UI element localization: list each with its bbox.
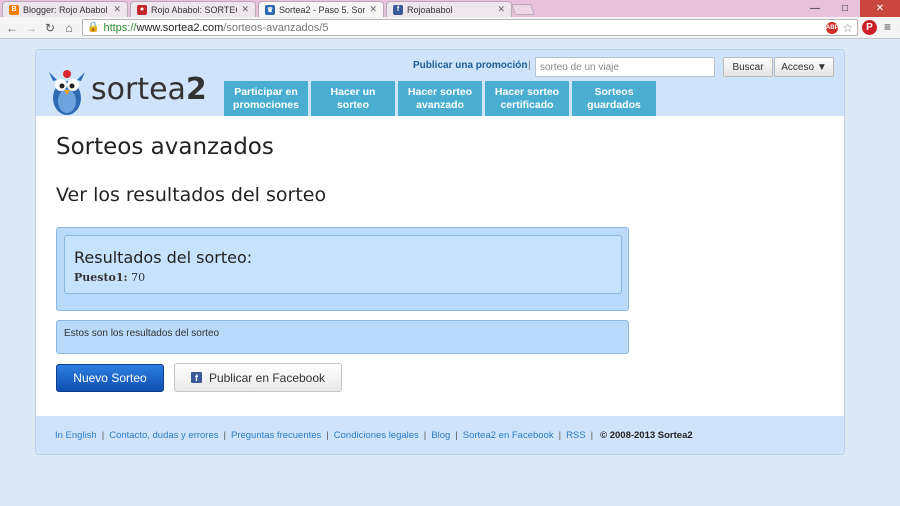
tab-close-icon[interactable]: ✕ — [369, 4, 377, 15]
site-container: sortea2 Publicar una promoción | Buscar … — [35, 49, 845, 455]
footer-link-facebook[interactable]: Sortea2 en Facebook — [463, 430, 554, 441]
results-box: Resultados del sorteo: Puesto1: 70 — [64, 235, 622, 294]
penguin-mascot-icon — [49, 70, 85, 115]
nav-tab-sorteo-avanzado[interactable]: Hacer sorteo avanzado — [398, 81, 482, 116]
new-draw-button[interactable]: Nuevo Sorteo — [56, 364, 164, 392]
home-icon[interactable]: ⌂ — [61, 20, 77, 36]
browser-tab-blogger[interactable]: B Blogger: Rojo Ababol - Ed ✕ — [2, 1, 128, 17]
adblock-icon[interactable]: ABP — [826, 22, 839, 34]
nav-tab-sorteo-certificado[interactable]: Hacer sorteo certificado — [485, 81, 569, 116]
section-title: Ver los resultados del sorteo — [56, 184, 327, 206]
footer-link-contact[interactable]: Contacto, dudas y errores — [109, 430, 218, 441]
tab-close-icon[interactable]: ✕ — [241, 4, 249, 15]
window-controls: — □ ✕ — [800, 0, 900, 17]
header-separator: | — [528, 60, 531, 71]
url-path: /sorteos-avanzados/5 — [223, 21, 329, 34]
browser-toolbar: ← → ↻ ⌂ 🔒 https://www.sortea2.com/sorteo… — [0, 17, 900, 39]
nav-tab-sorteos-guardados[interactable]: Sorteos guardados — [572, 81, 656, 116]
page-viewport: sortea2 Publicar una promoción | Buscar … — [0, 40, 900, 506]
poppy-icon: ● — [137, 4, 147, 15]
footer-separator: | — [326, 429, 329, 441]
reload-icon[interactable]: ↻ — [42, 20, 58, 36]
sortea2-logo[interactable]: sortea2 — [45, 68, 215, 116]
result-row: Puesto1: 70 — [74, 271, 145, 284]
footer-separator: | — [423, 429, 427, 441]
omnibox-actions: ABP ☆ — [826, 21, 853, 35]
tab-title: Rojoababol — [407, 4, 453, 15]
results-note: Estos son los resultados del sorteo — [56, 320, 629, 354]
facebook-icon: f — [393, 4, 403, 15]
browser-tab-sortea2[interactable]: ♛ Sortea2 - Paso 5. Sorteos A ✕ — [258, 1, 384, 17]
tab-close-icon[interactable]: ✕ — [113, 4, 121, 15]
address-bar[interactable]: 🔒 https://www.sortea2.com/sorteos-avanza… — [82, 19, 858, 36]
sortea2-icon: ♛ — [265, 4, 275, 15]
browser-tab-facebook[interactable]: f Rojoababol ✕ — [386, 1, 512, 17]
facebook-icon: f — [190, 372, 202, 383]
footer-link-rss[interactable]: RSS — [566, 430, 586, 441]
logo-wordmark: sortea2 — [91, 72, 207, 107]
blogger-icon: B — [9, 4, 19, 15]
back-arrow-icon[interactable]: ← — [4, 20, 20, 36]
new-tab-button[interactable] — [510, 4, 536, 15]
page-title: Sorteos avanzados — [56, 134, 274, 160]
nav-tab-participar[interactable]: Participar en promociones — [224, 81, 308, 116]
tab-title: Blogger: Rojo Ababol - Ed — [23, 4, 109, 15]
browser-tab-rojo-ababol[interactable]: ● Rojo Ababol: SORTEO!! ✕ — [130, 1, 256, 17]
results-title: Resultados del sorteo: — [74, 248, 253, 267]
footer-link-faq[interactable]: Preguntas frecuentes — [231, 430, 321, 441]
maximize-button[interactable]: □ — [830, 0, 860, 17]
search-input[interactable] — [535, 57, 715, 77]
search-button[interactable]: Buscar — [723, 57, 773, 77]
nav-tab-hacer-sorteo[interactable]: Hacer un sorteo — [311, 81, 395, 116]
footer-separator: | — [223, 429, 226, 441]
minimize-button[interactable]: — — [800, 0, 830, 17]
lock-icon: 🔒 — [87, 22, 100, 33]
tab-title: Rojo Ababol: SORTEO!! — [151, 4, 237, 15]
footer-link-legal[interactable]: Condiciones legales — [334, 430, 419, 441]
results-panel: Resultados del sorteo: Puesto1: 70 — [56, 227, 629, 311]
result-label: Puesto1: — [74, 271, 128, 284]
publish-promotion-link[interactable]: Publicar una promoción — [413, 60, 527, 71]
footer-separator: | — [455, 429, 458, 441]
copyright-text: © 2008-2013 Sortea2 — [600, 429, 693, 441]
pinterest-icon[interactable]: P — [862, 20, 877, 35]
footer-link-english[interactable]: In English — [55, 430, 97, 441]
footer-separator: | — [558, 429, 562, 441]
site-footer: In English | Contacto, dudas y errores | P… — [36, 416, 844, 454]
site-header: sortea2 Publicar una promoción | Buscar … — [36, 50, 844, 116]
bookmark-star-icon[interactable]: ☆ — [842, 21, 853, 35]
forward-arrow-icon[interactable]: → — [23, 20, 39, 36]
url-scheme: https:// — [103, 21, 137, 34]
access-dropdown-button[interactable]: Acceso ▼ — [774, 57, 834, 77]
result-value: 70 — [131, 271, 146, 284]
footer-separator: | — [101, 429, 105, 441]
browser-tab-strip: B Blogger: Rojo Ababol - Ed ✕ ● Rojo Aba… — [0, 0, 900, 17]
browser-menu-icon[interactable]: ≡ — [884, 20, 891, 34]
url-host: www.sortea2.com — [136, 21, 224, 34]
tab-title: Sortea2 - Paso 5. Sorteos A — [279, 4, 366, 15]
publish-facebook-button[interactable]: f Publicar en Facebook — [174, 363, 342, 392]
footer-link-blog[interactable]: Blog — [431, 430, 450, 441]
tab-close-icon[interactable]: ✕ — [497, 4, 505, 15]
close-window-button[interactable]: ✕ — [860, 0, 900, 17]
main-navigation: Participar en promociones Hacer un sorte… — [224, 81, 656, 116]
footer-separator: | — [590, 429, 594, 441]
publish-facebook-label: Publicar en Facebook — [208, 370, 326, 385]
